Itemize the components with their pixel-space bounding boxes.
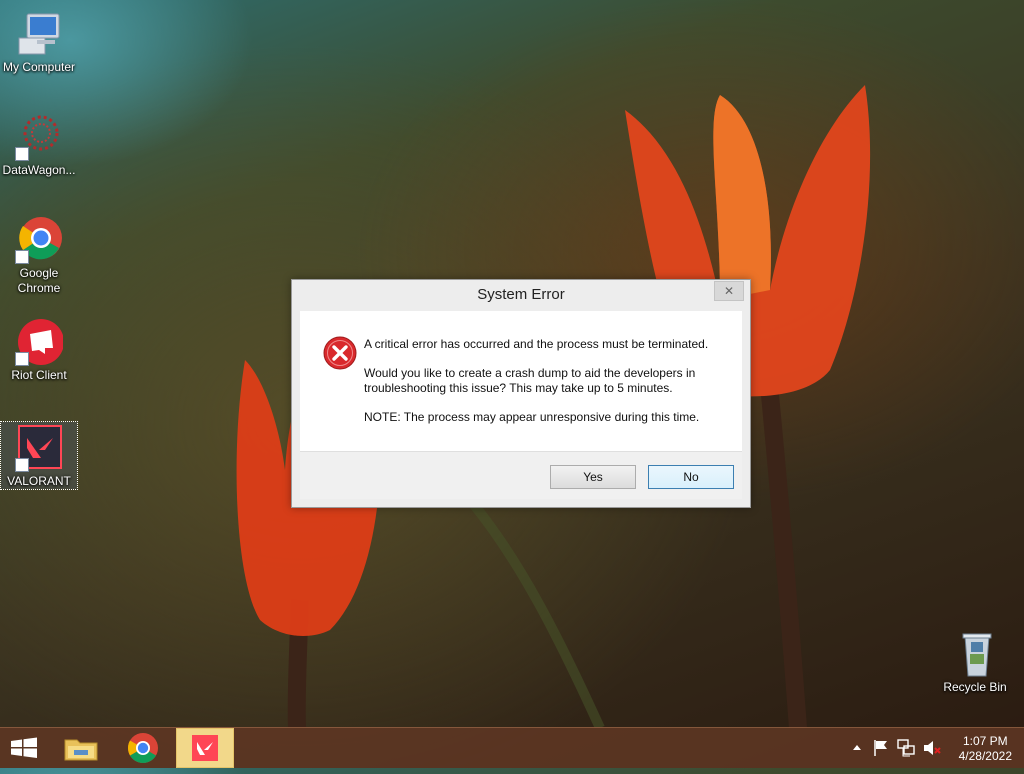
shortcut-arrow-icon [15, 458, 29, 472]
shortcut-arrow-icon [15, 250, 29, 264]
error-icon [323, 336, 357, 374]
system-error-dialog: System Error ✕ A critical error has occu… [291, 279, 751, 508]
shortcut-arrow-icon [15, 352, 29, 366]
taskbar-file-explorer[interactable] [52, 728, 110, 768]
dialog-title: System Error [477, 286, 565, 303]
chrome-icon [127, 733, 158, 764]
desktop-icon-datawagon[interactable]: DataWagon... [1, 113, 77, 178]
clock-time: 1:07 PM [962, 734, 1008, 748]
dialog-body: A critical error has occurred and the pr… [300, 311, 742, 451]
error-message-note: NOTE: The process may appear unresponsiv… [364, 410, 700, 424]
yes-button[interactable]: Yes [550, 465, 636, 489]
start-icon [11, 737, 37, 758]
action-center-flag-icon [874, 740, 887, 756]
network-button[interactable] [894, 728, 918, 768]
desktop-icon-label: My Computer [2, 60, 76, 74]
show-hidden-icon [853, 745, 861, 750]
desktop-icon-valorant[interactable]: VALORANT [0, 421, 78, 490]
desktop-icon-label: Recycle Bin [943, 680, 1007, 694]
system-clock[interactable]: 1:07 PM 4/28/2022 [959, 734, 1012, 774]
datawagon-icon [15, 113, 63, 161]
action-center-button[interactable] [870, 728, 892, 768]
clock-date: 4/28/2022 [958, 749, 1012, 763]
error-message-question: Would you like to create a crash dump to… [364, 366, 696, 395]
taskbar-valorant[interactable] [176, 728, 234, 768]
desktop-icon-label: Riot Client [11, 368, 67, 382]
volume-muted-icon [924, 741, 941, 755]
recycle-bin-icon [951, 630, 999, 678]
start-button[interactable] [0, 728, 48, 768]
desktop-icon-recycle-bin[interactable]: Recycle Bin [937, 630, 1013, 695]
taskbar-chrome[interactable] [114, 728, 172, 768]
shortcut-arrow-icon [15, 147, 29, 161]
taskbar: 1:07 PM 4/28/2022 [0, 727, 1024, 768]
riot-client-icon [15, 318, 64, 366]
valorant-icon [192, 735, 218, 761]
desktop-icon-label: Google Chrome [17, 266, 61, 295]
file-explorer-icon [64, 739, 98, 761]
valorant-icon [15, 424, 63, 472]
desktop-icon-riot-client[interactable]: Riot Client [1, 318, 77, 383]
show-hidden-icons-button[interactable] [848, 728, 866, 768]
volume-button[interactable] [920, 728, 944, 768]
desktop-icon-my-computer[interactable]: My Computer [1, 10, 77, 75]
desktop-icon-label: VALORANT [7, 474, 71, 488]
close-button[interactable]: ✕ [714, 281, 744, 301]
dialog-button-bar: Yes No [300, 451, 742, 499]
desktop-icon-google-chrome[interactable]: Google Chrome [1, 216, 77, 296]
computer-icon [15, 10, 63, 58]
chrome-icon [15, 216, 63, 264]
no-button[interactable]: No [648, 465, 734, 489]
dialog-message: A critical error has occurred and the pr… [364, 337, 734, 439]
network-icon [897, 739, 915, 757]
desktop-icon-label: DataWagon... [2, 163, 76, 177]
error-message-primary: A critical error has occurred and the pr… [364, 337, 709, 351]
